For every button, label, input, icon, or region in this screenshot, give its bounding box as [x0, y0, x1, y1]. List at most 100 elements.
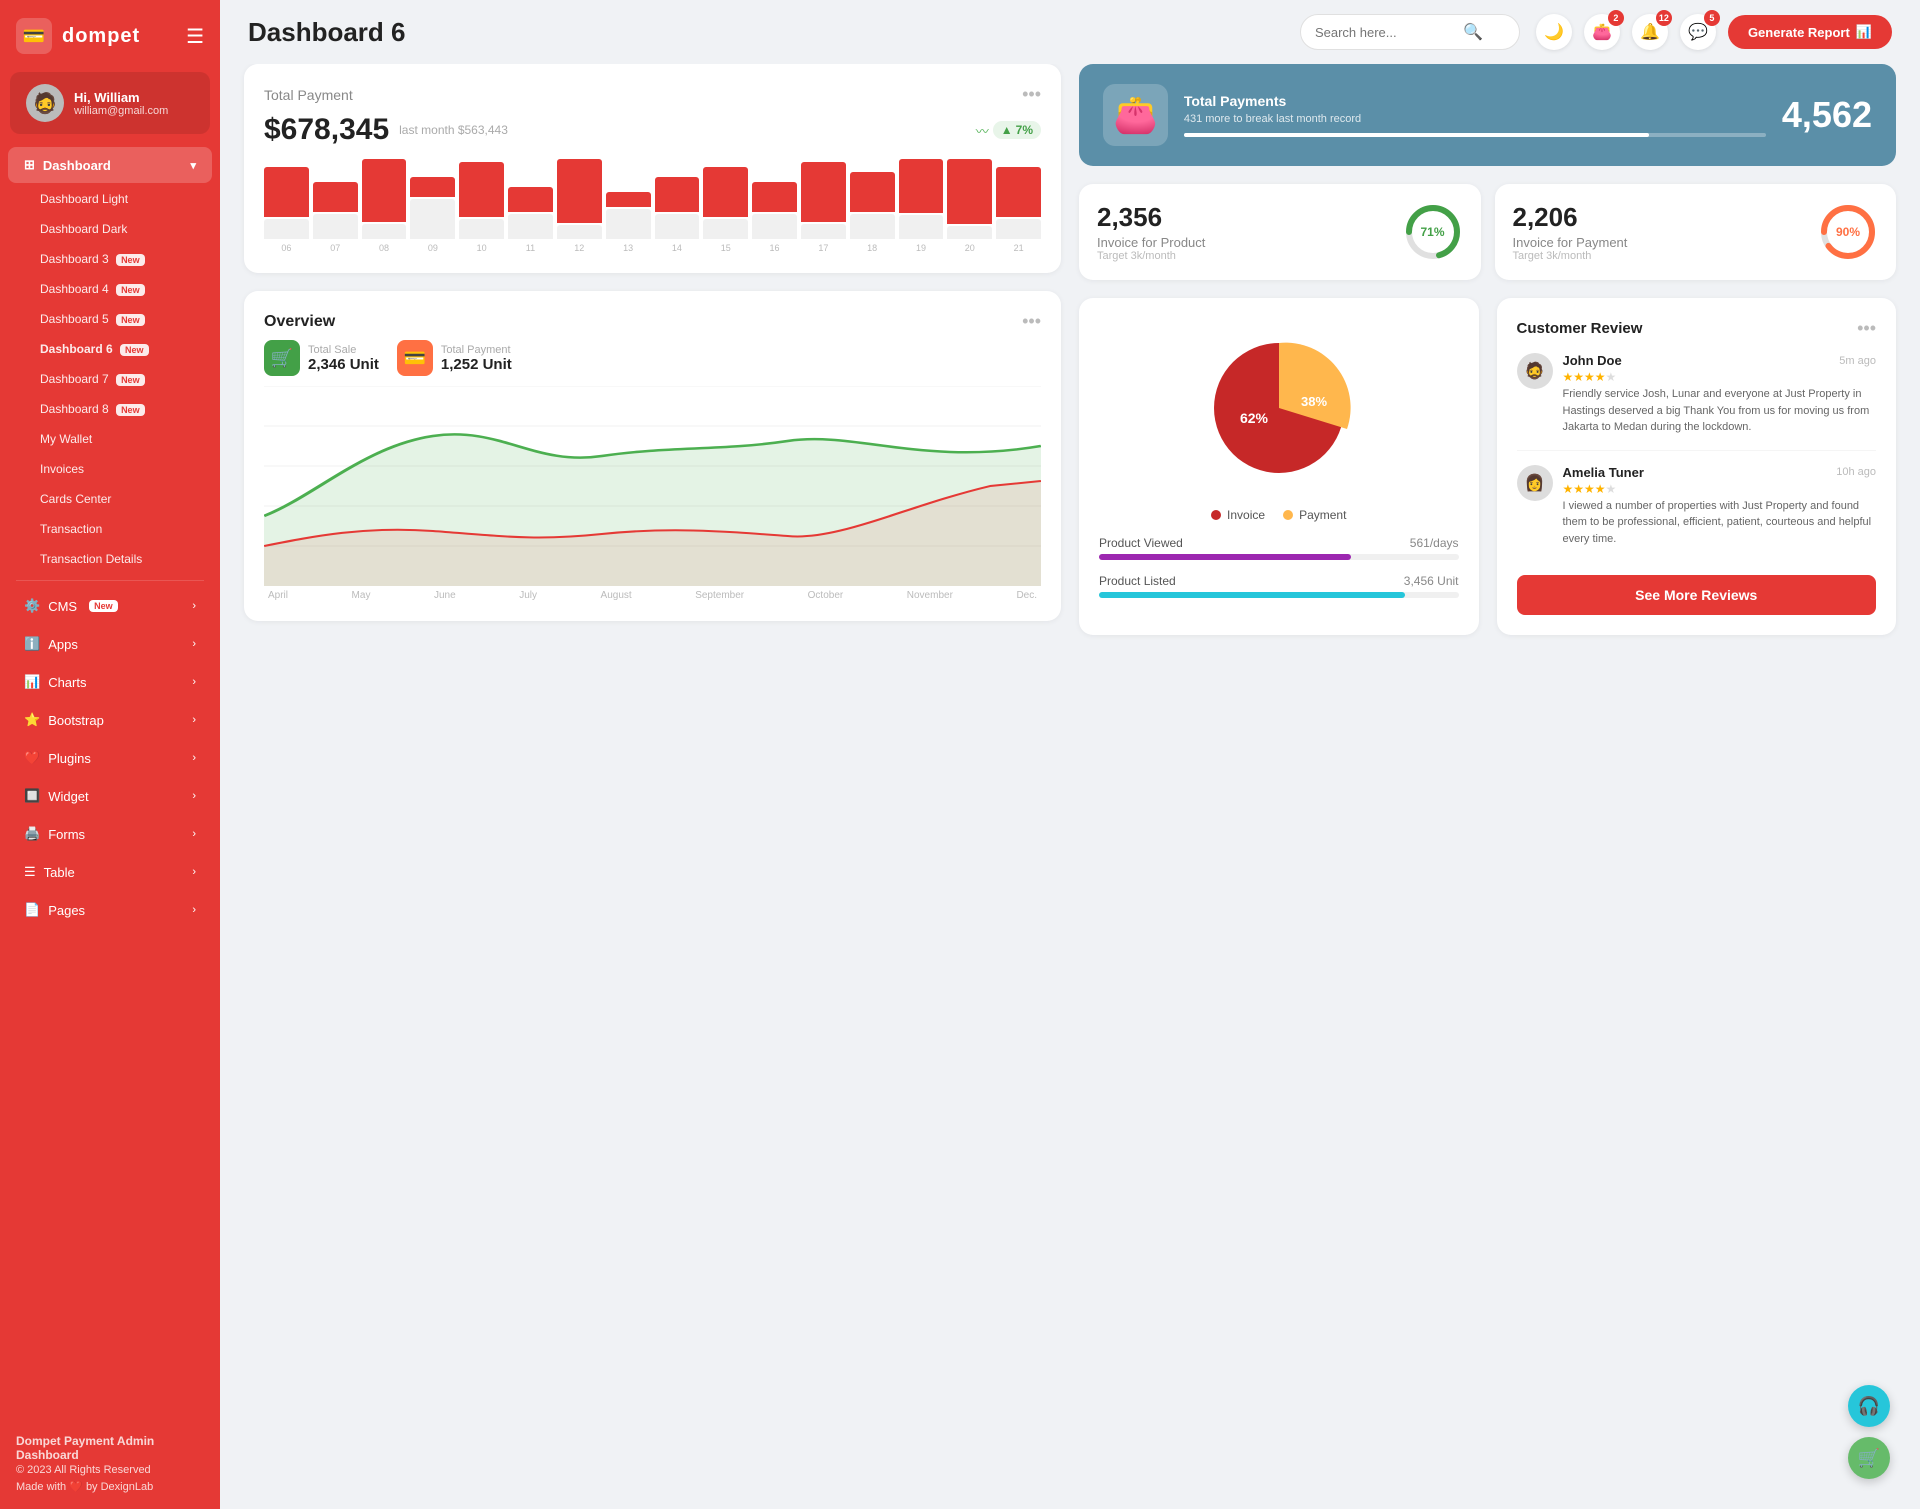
bar-fg — [947, 159, 992, 224]
sidebar-subitem-dashboard-light[interactable]: Dashboard Light — [8, 185, 212, 213]
metric2-info: 2,206 Invoice for Payment Target 3k/mont… — [1513, 202, 1805, 262]
review-text-1: I viewed a number of properties with Jus… — [1563, 498, 1877, 548]
bar-col — [459, 159, 504, 239]
sidebar-subitem-transaction[interactable]: Transaction — [8, 515, 212, 543]
bar-bg — [362, 224, 407, 239]
banner-info: Total Payments 431 more to break last mo… — [1184, 93, 1766, 137]
invoice-label: Invoice — [1227, 508, 1265, 522]
overview-menu[interactable]: ••• — [1022, 311, 1041, 332]
total-sale-icon: 🛒 — [264, 340, 300, 376]
wallet-button[interactable]: 👛 2 — [1584, 14, 1620, 50]
product-viewed-label: Product Viewed — [1099, 536, 1183, 550]
review-title: Customer Review — [1517, 320, 1643, 337]
user-profile[interactable]: 🧔 Hi, William william@gmail.com — [10, 72, 210, 134]
support-icon: 🎧 — [1858, 1396, 1880, 1417]
bar-fg — [899, 159, 944, 213]
payment-label: Payment — [1299, 508, 1346, 522]
sidebar-logo: 💳 dompet ☰ — [0, 0, 220, 72]
cart-fab[interactable]: 🛒 — [1848, 1437, 1890, 1479]
bar-col — [557, 159, 602, 239]
bar-labels: 06070809101112131415161718192021 — [264, 243, 1041, 253]
total-payment-menu[interactable]: ••• — [1022, 84, 1041, 105]
sidebar-item-charts[interactable]: 📊 Charts › — [8, 664, 212, 700]
bar-x-label: 08 — [362, 243, 407, 253]
chevron-right-icon: › — [192, 752, 196, 764]
sidebar-subitem-transaction-details[interactable]: Transaction Details — [8, 545, 212, 573]
sidebar-item-forms[interactable]: 🖨️ Forms › — [8, 816, 212, 852]
review-time-1: 10h ago — [1836, 466, 1876, 478]
search-bar[interactable]: 🔍 — [1300, 14, 1520, 50]
chat-badge: 5 — [1704, 10, 1720, 26]
metric2-pct: 90% — [1836, 225, 1860, 239]
sidebar-subitem-cards[interactable]: Cards Center — [8, 485, 212, 513]
notification-button[interactable]: 🔔 12 — [1632, 14, 1668, 50]
bar-fg — [655, 177, 700, 212]
message-button[interactable]: 💬 5 — [1680, 14, 1716, 50]
support-fab[interactable]: 🎧 — [1848, 1385, 1890, 1427]
pages-icon: 📄 — [24, 902, 40, 918]
see-more-reviews-button[interactable]: See More Reviews — [1517, 575, 1877, 615]
sidebar-item-pages[interactable]: 📄 Pages › — [8, 892, 212, 928]
bar-fg — [459, 162, 504, 217]
sidebar-subitem-dashboard4[interactable]: Dashboard 4 New — [8, 275, 212, 303]
sidebar-subitem-dashboard8[interactable]: Dashboard 8 New — [8, 395, 212, 423]
sidebar-item-apps[interactable]: ℹ️ Apps › — [8, 626, 212, 662]
product-viewed-fill — [1099, 554, 1351, 560]
generate-report-button[interactable]: Generate Report 📊 — [1728, 15, 1892, 49]
sidebar-item-bootstrap[interactable]: ⭐ Bootstrap › — [8, 702, 212, 738]
sidebar-item-cms[interactable]: ⚙️ CMS New › — [8, 588, 212, 624]
product-listed-value: 3,456 Unit — [1404, 574, 1459, 588]
bar-chart-icon: 📊 — [1856, 24, 1872, 40]
product-listed-fill — [1099, 592, 1405, 598]
footer-made-with: Made with ❤️ by DexignLab — [16, 1480, 204, 1493]
banner-title: Total Payments — [1184, 93, 1766, 109]
review-content-0: John Doe 5m ago ★★★★★ Friendly service J… — [1563, 353, 1877, 436]
sidebar-item-widget[interactable]: 🔲 Widget › — [8, 778, 212, 814]
bar-fg — [996, 167, 1041, 217]
sidebar-subitem-dashboard7[interactable]: Dashboard 7 New — [8, 365, 212, 393]
product-row-viewed: Product Viewed 561/days — [1099, 536, 1459, 560]
search-input[interactable] — [1315, 25, 1455, 40]
total-payment-info: Total Payment 1,252 Unit — [441, 344, 512, 373]
bar-bg — [508, 214, 553, 239]
plugins-icon: ❤️ — [24, 750, 40, 766]
sidebar-subitem-dashboard6[interactable]: Dashboard 6 New — [8, 335, 212, 363]
notification-badge: 12 — [1656, 10, 1672, 26]
theme-toggle[interactable]: 🌙 — [1536, 14, 1572, 50]
bar-bg — [313, 214, 358, 239]
user-email: william@gmail.com — [74, 105, 168, 117]
dashboard-label: Dashboard — [43, 158, 111, 173]
bar-bg — [899, 215, 944, 239]
sidebar-subitem-invoices[interactable]: Invoices — [8, 455, 212, 483]
bar-x-label: 09 — [410, 243, 455, 253]
sidebar-subitem-dashboard5[interactable]: Dashboard 5 New — [8, 305, 212, 333]
metric2-target: Target 3k/month — [1513, 250, 1805, 262]
bar-x-label: 20 — [947, 243, 992, 253]
bar-col — [947, 159, 992, 239]
bar-x-label: 06 — [264, 243, 309, 253]
sidebar-item-table[interactable]: ☰ Table › — [8, 854, 212, 890]
footer-brand: Dompet Payment Admin Dashboard — [16, 1434, 204, 1462]
review-item-0: 🧔 John Doe 5m ago ★★★★★ Friendly service… — [1517, 353, 1877, 451]
metric1-info: 2,356 Invoice for Product Target 3k/mont… — [1097, 202, 1389, 262]
review-item-1: 👩 Amelia Tuner 10h ago ★★★★★ I viewed a … — [1517, 465, 1877, 562]
sidebar-item-plugins[interactable]: ❤️ Plugins › — [8, 740, 212, 776]
sidebar-subitem-dashboard3[interactable]: Dashboard 3 New — [8, 245, 212, 273]
sidebar-subitem-wallet[interactable]: My Wallet — [8, 425, 212, 453]
total-amount: $678,345 — [264, 113, 389, 147]
review-menu[interactable]: ••• — [1857, 318, 1876, 339]
hamburger-icon[interactable]: ☰ — [186, 24, 204, 49]
total-payment-header: Total Payment ••• — [264, 84, 1041, 105]
bar-bg — [850, 214, 895, 239]
bar-chart — [264, 159, 1041, 239]
legend-invoice: Invoice — [1211, 508, 1265, 522]
sidebar-item-dashboard[interactable]: ⊞ Dashboard ▾ — [8, 147, 212, 183]
metric-invoice-product: 2,356 Invoice for Product Target 3k/mont… — [1079, 184, 1481, 280]
banner-sub: 431 more to break last month record — [1184, 113, 1766, 125]
sidebar-subitem-dashboard-dark[interactable]: Dashboard Dark — [8, 215, 212, 243]
cart-icon: 🛒 — [1858, 1448, 1880, 1469]
banner-progress-bar — [1184, 133, 1766, 137]
review-stars-1: ★★★★★ — [1563, 482, 1877, 496]
chat-icon: 💬 — [1688, 22, 1708, 42]
bar-fg — [362, 159, 407, 222]
